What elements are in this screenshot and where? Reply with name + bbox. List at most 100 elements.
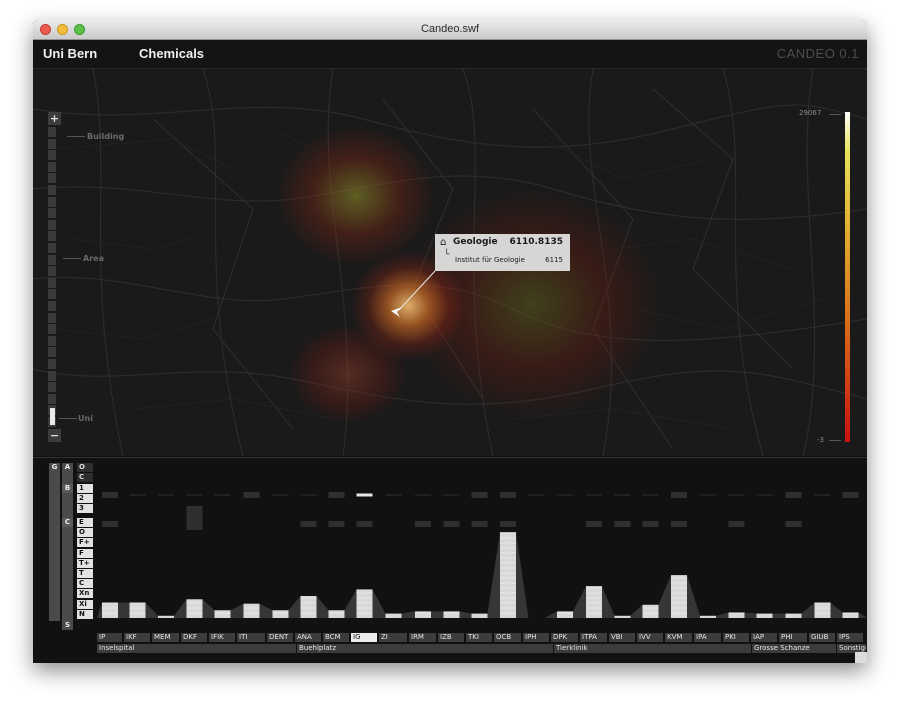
tooltip-institute-name: Institut für Geologie xyxy=(455,256,525,264)
location-group-grosse-schanze[interactable]: Grosse Schanze xyxy=(752,644,836,653)
hazard-bar-dent xyxy=(272,610,289,618)
class-b-bar xyxy=(471,492,488,498)
hazard-bar-bcm xyxy=(328,610,345,618)
institute-tab-iap[interactable]: IAP xyxy=(751,633,777,642)
class-b-bar xyxy=(356,493,373,497)
institute-tab-ana[interactable]: ANA xyxy=(295,633,321,642)
building-tooltip[interactable]: ⌂ Geologie 6110.8135 └ Institut für Geol… xyxy=(435,234,570,271)
class-b-bar xyxy=(614,521,631,527)
institute-tab-giub[interactable]: GIUB xyxy=(809,633,835,642)
institute-tab-kvm[interactable]: KVM xyxy=(665,633,692,642)
class-b-bar xyxy=(642,494,659,496)
hazard-bar-ivv xyxy=(642,604,659,618)
location-group-inselspital[interactable]: Inselspital xyxy=(97,644,296,653)
hazard-bar-ikf xyxy=(129,602,146,618)
class-b-bar xyxy=(728,494,745,496)
hazard-bar-zi xyxy=(385,613,402,618)
class-b-bar xyxy=(186,494,203,496)
class-b-bar xyxy=(102,492,118,498)
class-b-bar xyxy=(356,521,373,527)
institute-tab-ips[interactable]: IPS xyxy=(837,633,863,642)
institute-tab-zi[interactable]: ZI xyxy=(379,633,407,642)
hazard-bar-kvm xyxy=(671,575,687,618)
hazard-bar-pki xyxy=(728,612,745,618)
app-version-label: CANDEO 0.1 xyxy=(776,46,859,61)
institute-tab-izb[interactable]: IZB xyxy=(438,633,464,642)
class-b-bar xyxy=(642,521,659,527)
class-b-bar xyxy=(243,492,260,498)
hazard-bar-irm xyxy=(415,611,431,618)
institute-tab-ip[interactable]: IP xyxy=(97,633,122,642)
hazard-bar-tki xyxy=(471,613,488,618)
resize-grip-icon[interactable] xyxy=(855,652,867,663)
class-b-bar xyxy=(785,521,802,527)
institute-tab-ig[interactable]: IG xyxy=(351,633,377,642)
class-b-bar xyxy=(528,494,545,496)
institute-tab-pki[interactable]: PKI xyxy=(723,633,749,642)
class-b-bar xyxy=(186,521,203,527)
class-b-bar xyxy=(415,494,431,496)
institute-tab-mem[interactable]: MEM xyxy=(152,633,179,642)
hazard-bar-ipa xyxy=(700,615,716,618)
tree-branch-icon: └ xyxy=(444,250,450,260)
institute-tab-tki[interactable]: TKI xyxy=(466,633,492,642)
class-b-bar xyxy=(500,492,516,498)
class-b-bar xyxy=(443,494,460,496)
institute-tab-iph[interactable]: IPH xyxy=(523,633,549,642)
institute-tab-ifik[interactable]: IFIK xyxy=(209,633,235,642)
hazard-bar-ocb xyxy=(500,532,516,618)
class-b-bar xyxy=(214,494,231,496)
hazard-bar-giub xyxy=(814,602,831,618)
institute-tab-ikf[interactable]: IKF xyxy=(124,633,150,642)
class-b-bar xyxy=(700,494,716,496)
hazard-bar-dpk xyxy=(557,611,573,618)
institute-tab-phi[interactable]: PHI xyxy=(779,633,807,642)
hazard-bar-ips xyxy=(842,612,859,618)
class-b-bar xyxy=(557,494,573,496)
class-b-bar xyxy=(102,521,118,527)
class-b-bar xyxy=(586,521,602,527)
class-b-bar xyxy=(471,521,488,527)
institute-tab-bcm[interactable]: BCM xyxy=(323,633,349,642)
hazard-bar-ip xyxy=(102,602,118,618)
institute-tab-vbi[interactable]: VBI xyxy=(609,633,635,642)
class-b-bar xyxy=(328,521,345,527)
hazard-bar-mem xyxy=(158,615,174,618)
institute-tab-dpk[interactable]: DPK xyxy=(551,633,578,642)
location-group-buehlplatz[interactable]: Buehlplatz xyxy=(297,644,553,653)
hazard-bar-dkf xyxy=(186,599,203,618)
chemical-class-panel: G A B C S O C 1 2 3 E O F+ F T+ T C Xn Xi N IP IKF… xyxy=(33,457,867,663)
class-b-bar xyxy=(785,492,802,498)
institute-tab-itpa[interactable]: ITPA xyxy=(580,633,607,642)
institute-tab-dkf[interactable]: DKF xyxy=(181,633,207,642)
class-b-bar xyxy=(500,521,516,527)
class-b-bar xyxy=(158,494,174,496)
nav-chemicals[interactable]: Chemicals xyxy=(139,46,204,61)
institute-tab-ivv[interactable]: IVV xyxy=(637,633,663,642)
location-group-tierklinik[interactable]: Tierklinik xyxy=(554,644,751,653)
class-b-bar xyxy=(728,521,745,527)
class-b-bar xyxy=(671,492,687,498)
tooltip-building-name: Geologie xyxy=(453,237,498,247)
institute-tab-iti[interactable]: ITI xyxy=(237,633,265,642)
nav-uni-bern[interactable]: Uni Bern xyxy=(43,46,97,61)
hazard-bar-ana xyxy=(300,596,317,618)
class-b-bar xyxy=(300,494,317,496)
institute-tab-irm[interactable]: IRM xyxy=(409,633,436,642)
heat-map[interactable]: + − Building Area Uni 29067 -3 ⌂ Geologi… xyxy=(33,69,867,456)
class-b-bar xyxy=(842,492,859,498)
class-b-bar xyxy=(671,521,687,527)
class-b-bar xyxy=(272,494,289,496)
institute-tab-ipa[interactable]: IPA xyxy=(694,633,721,642)
class-b-bar xyxy=(756,494,773,496)
institute-tab-dent[interactable]: DENT xyxy=(267,633,293,642)
class-b-bar xyxy=(443,521,460,527)
app-window: Candeo.swf Uni Bern Chemicals CANDEO 0.1 xyxy=(33,20,867,663)
institute-tab-ocb[interactable]: OCB xyxy=(494,633,521,642)
tooltip-institute-value: 6115 xyxy=(545,256,563,264)
hazard-area-series xyxy=(97,532,867,618)
hazard-bar-iap xyxy=(756,613,773,618)
window-titlebar[interactable]: Candeo.swf xyxy=(33,20,867,40)
window-title: Candeo.swf xyxy=(420,23,480,35)
class-b-bar xyxy=(328,492,345,498)
